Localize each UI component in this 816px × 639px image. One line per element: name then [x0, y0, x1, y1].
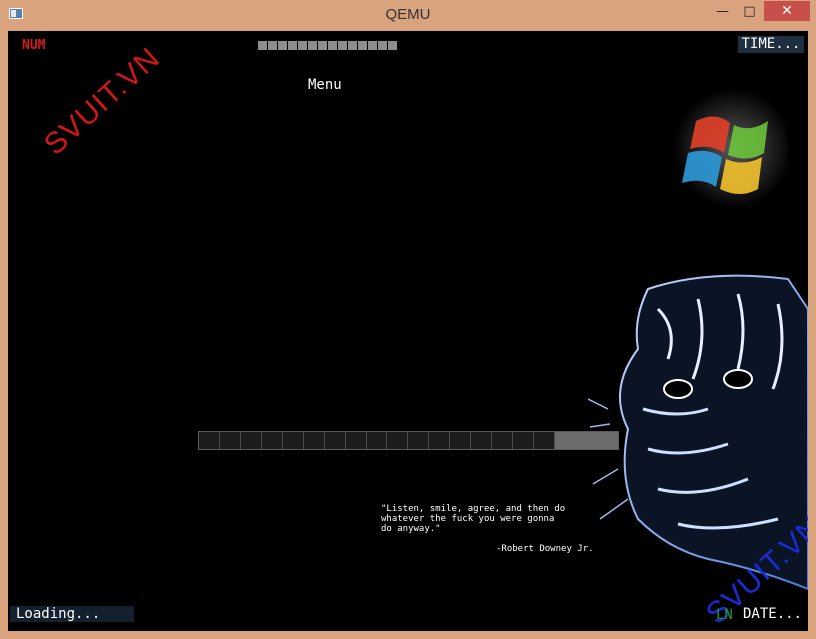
menu-title: Menu	[308, 77, 342, 93]
top-progress-cell	[278, 41, 287, 50]
top-progress-cell	[368, 41, 377, 50]
title-bar[interactable]: QEMU — □ ✕	[0, 0, 816, 31]
progress-segment	[261, 432, 283, 449]
top-progress-cell	[338, 41, 347, 50]
progress-segment	[219, 432, 241, 449]
top-progress-cell	[378, 41, 387, 50]
progress-segment	[450, 432, 472, 449]
date-display: DATE...	[740, 606, 806, 622]
top-progress-cell	[328, 41, 337, 50]
close-button[interactable]: ✕	[764, 1, 810, 21]
progress-remaining	[554, 432, 618, 449]
progress-segment	[513, 432, 534, 449]
top-progress-cell	[308, 41, 317, 50]
progress-segment	[429, 432, 451, 449]
minimize-button[interactable]: —	[709, 1, 736, 21]
top-progress-indicator	[258, 41, 397, 50]
maximize-button[interactable]: □	[736, 1, 763, 21]
progress-segment	[471, 432, 493, 449]
loading-progress-bar	[198, 431, 619, 450]
top-progress-cell	[268, 41, 277, 50]
progress-segment	[282, 432, 304, 449]
time-display: TIME...	[738, 36, 804, 53]
qemu-window: QEMU — □ ✕ NUM TIME... Menu SVUIT.VN "Li…	[0, 0, 816, 639]
quote-line: do anyway."	[381, 524, 441, 534]
watermark-top-left: SVUIT.VN	[38, 41, 167, 162]
top-progress-cell	[388, 41, 397, 50]
top-progress-cell	[318, 41, 327, 50]
quote-author: -Robert Downey Jr.	[496, 544, 594, 554]
progress-segment	[492, 432, 514, 449]
progress-segment	[408, 432, 430, 449]
quote-text: "Listen, smile, agree, and then do whatev…	[381, 504, 565, 534]
top-progress-cell	[298, 41, 307, 50]
vm-screen[interactable]: NUM TIME... Menu SVUIT.VN "Listen, smile…	[8, 31, 808, 631]
num-lock-indicator: NUM	[22, 38, 46, 53]
loading-status: Loading...	[10, 606, 134, 622]
windows-logo-icon	[673, 88, 788, 208]
quote-line: "Listen, smile, agree, and then do	[381, 504, 566, 514]
progress-segment	[240, 432, 262, 449]
progress-segment	[324, 432, 346, 449]
progress-segment	[199, 432, 220, 449]
top-progress-cell	[288, 41, 297, 50]
top-progress-cell	[258, 41, 267, 50]
window-title: QEMU	[385, 6, 431, 23]
top-progress-cell	[348, 41, 357, 50]
progress-segment	[387, 432, 409, 449]
progress-segment	[303, 432, 325, 449]
progress-segment	[345, 432, 367, 449]
ln-indicator: LN	[716, 607, 733, 623]
progress-segment	[366, 432, 388, 449]
top-progress-cell	[358, 41, 367, 50]
progress-segment	[534, 432, 555, 449]
quote-line: whatever the fuck you were gonna	[381, 514, 555, 524]
